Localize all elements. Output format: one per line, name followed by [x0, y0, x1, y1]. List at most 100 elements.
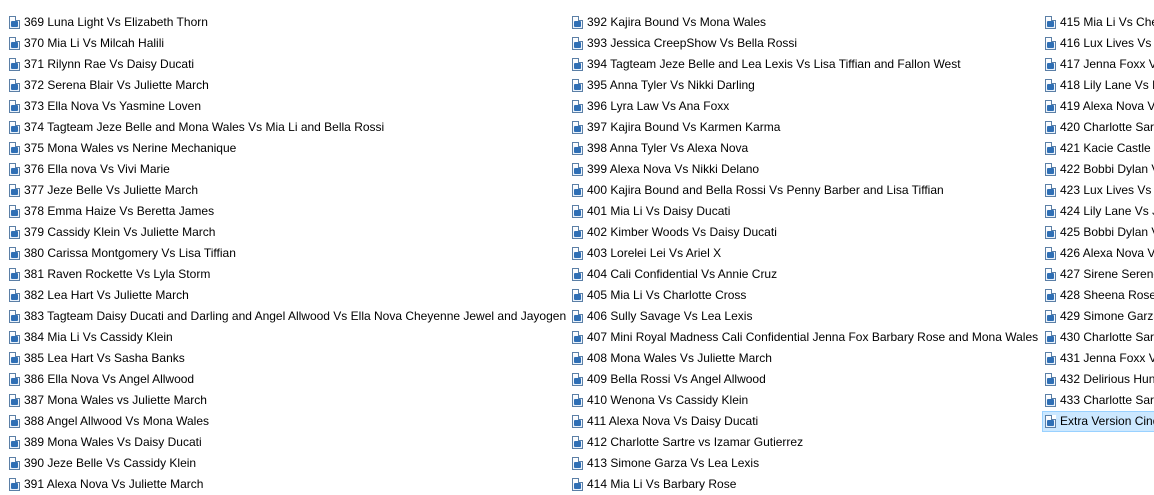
- file-item[interactable]: 426 Alexa Nova Vs: [1042, 243, 1154, 264]
- file-item[interactable]: 424 Lily Lane Vs Jo: [1042, 201, 1154, 222]
- video-file-icon: [572, 205, 583, 218]
- video-file-icon: [9, 394, 20, 407]
- file-item[interactable]: 433 Charlotte Sart: [1042, 390, 1154, 411]
- video-file-icon: [1045, 289, 1056, 302]
- file-item[interactable]: 391 Alexa Nova Vs Juliette March: [6, 474, 562, 495]
- file-item[interactable]: 417 Jenna Foxx Vs: [1042, 54, 1154, 75]
- file-name: 393 Jessica CreepShow Vs Bella Rossi: [587, 36, 798, 50]
- file-column-1: 369 Luna Light Vs Elizabeth Thorn 370 Mia…: [6, 12, 566, 495]
- file-item[interactable]: 409 Bella Rossi Vs Angel Allwood: [569, 369, 1035, 390]
- file-item[interactable]: 406 Sully Savage Vs Lea Lexis: [569, 306, 1035, 327]
- file-item[interactable]: 412 Charlotte Sartre vs Izamar Gutierrez: [569, 432, 1035, 453]
- video-file-icon: [572, 310, 583, 323]
- file-name: 412 Charlotte Sartre vs Izamar Gutierrez: [587, 435, 804, 449]
- file-item[interactable]: 413 Simone Garza Vs Lea Lexis: [569, 453, 1035, 474]
- file-item[interactable]: 418 Lily Lane Vs D: [1042, 75, 1154, 96]
- file-item[interactable]: 410 Wenona Vs Cassidy Klein: [569, 390, 1035, 411]
- file-item[interactable]: 375 Mona Wales vs Nerine Mechanique: [6, 138, 562, 159]
- file-item[interactable]: 396 Lyra Law Vs Ana Foxx: [569, 96, 1035, 117]
- file-item[interactable]: 371 Rilynn Rae Vs Daisy Ducati: [6, 54, 562, 75]
- file-item[interactable]: 407 Mini Royal Madness Cali Confidential…: [569, 327, 1038, 348]
- file-item[interactable]: 372 Serena Blair Vs Juliette March: [6, 75, 562, 96]
- file-item[interactable]: 390 Jeze Belle Vs Cassidy Klein: [6, 453, 562, 474]
- video-file-icon: [9, 310, 20, 323]
- file-item[interactable]: 394 Tagteam Jeze Belle and Lea Lexis Vs …: [569, 54, 1035, 75]
- video-file-icon: [9, 142, 20, 155]
- file-item[interactable]: 416 Lux Lives Vs A: [1042, 33, 1154, 54]
- video-file-icon: [572, 247, 583, 260]
- file-name: 430 Charlotte Sart: [1060, 330, 1154, 344]
- file-name: 414 Mia Li Vs Barbary Rose: [587, 477, 737, 491]
- file-item[interactable]: 399 Alexa Nova Vs Nikki Delano: [569, 159, 1035, 180]
- file-column-2: 392 Kajira Bound Vs Mona Wales 393 Jessic…: [569, 12, 1038, 495]
- file-item[interactable]: 377 Jeze Belle Vs Juliette March: [6, 180, 562, 201]
- file-item-selected[interactable]: Extra Version Cind: [1042, 411, 1154, 432]
- file-item[interactable]: 402 Kimber Woods Vs Daisy Ducati: [569, 222, 1035, 243]
- video-file-icon: [572, 373, 583, 386]
- file-item[interactable]: 421 Kacie Castle V: [1042, 138, 1154, 159]
- file-item[interactable]: 389 Mona Wales Vs Daisy Ducati: [6, 432, 562, 453]
- file-item[interactable]: 373 Ella Nova Vs Yasmine Loven: [6, 96, 562, 117]
- file-name: 383 Tagteam Daisy Ducati and Darling and…: [24, 309, 567, 323]
- file-item[interactable]: 408 Mona Wales Vs Juliette March: [569, 348, 1035, 369]
- file-name: 423 Lux Lives Vs M: [1060, 183, 1154, 197]
- file-name: 422 Bobbi Dylan V: [1060, 162, 1154, 176]
- file-name: 426 Alexa Nova Vs: [1060, 246, 1154, 260]
- file-name: 389 Mona Wales Vs Daisy Ducati: [24, 435, 202, 449]
- file-item[interactable]: 381 Raven Rockette Vs Lyla Storm: [6, 264, 562, 285]
- file-item[interactable]: 403 Lorelei Lei Vs Ariel X: [569, 243, 1035, 264]
- file-name: 420 Charlotte Sart: [1060, 120, 1154, 134]
- file-item[interactable]: 425 Bobbi Dylan V: [1042, 222, 1154, 243]
- file-name: 428 Sheena Rose V: [1060, 288, 1154, 302]
- video-file-icon: [9, 373, 20, 386]
- file-item[interactable]: 401 Mia Li Vs Daisy Ducati: [569, 201, 1035, 222]
- video-file-icon: [1045, 394, 1056, 407]
- file-list[interactable]: 369 Luna Light Vs Elizabeth Thorn 370 Mia…: [0, 12, 1154, 495]
- file-item[interactable]: 432 Delirious Hun: [1042, 369, 1154, 390]
- file-item[interactable]: 400 Kajira Bound and Bella Rossi Vs Penn…: [569, 180, 1035, 201]
- file-item[interactable]: 395 Anna Tyler Vs Nikki Darling: [569, 75, 1035, 96]
- file-item[interactable]: 429 Simone Garza: [1042, 306, 1154, 327]
- file-item[interactable]: 419 Alexa Nova Vs: [1042, 96, 1154, 117]
- file-name: 415 Mia Li Vs Chey: [1060, 15, 1154, 29]
- file-name: 392 Kajira Bound Vs Mona Wales: [587, 15, 766, 29]
- file-item[interactable]: 369 Luna Light Vs Elizabeth Thorn: [6, 12, 562, 33]
- file-item[interactable]: 431 Jenna Foxx Vs: [1042, 348, 1154, 369]
- file-item[interactable]: 404 Cali Confidential Vs Annie Cruz: [569, 264, 1035, 285]
- video-file-icon: [572, 121, 583, 134]
- video-file-icon: [1045, 205, 1056, 218]
- file-item[interactable]: 387 Mona Wales vs Juliette March: [6, 390, 562, 411]
- file-item[interactable]: 427 Sirene Serene: [1042, 264, 1154, 285]
- file-item[interactable]: 397 Kajira Bound Vs Karmen Karma: [569, 117, 1035, 138]
- file-item[interactable]: 383 Tagteam Daisy Ducati and Darling and…: [6, 306, 566, 327]
- file-item[interactable]: 379 Cassidy Klein Vs Juliette March: [6, 222, 562, 243]
- file-item[interactable]: 388 Angel Allwood Vs Mona Wales: [6, 411, 562, 432]
- file-item[interactable]: 393 Jessica CreepShow Vs Bella Rossi: [569, 33, 1035, 54]
- file-item[interactable]: 405 Mia Li Vs Charlotte Cross: [569, 285, 1035, 306]
- video-file-icon: [572, 16, 583, 29]
- file-item[interactable]: 374 Tagteam Jeze Belle and Mona Wales Vs…: [6, 117, 562, 138]
- file-item[interactable]: 382 Lea Hart Vs Juliette March: [6, 285, 562, 306]
- video-file-icon: [9, 457, 20, 470]
- file-item[interactable]: 415 Mia Li Vs Chey: [1042, 12, 1154, 33]
- video-file-icon: [572, 415, 583, 428]
- file-item[interactable]: 380 Carissa Montgomery Vs Lisa Tiffian: [6, 243, 562, 264]
- file-item[interactable]: 423 Lux Lives Vs M: [1042, 180, 1154, 201]
- file-item[interactable]: 420 Charlotte Sart: [1042, 117, 1154, 138]
- file-item[interactable]: 398 Anna Tyler Vs Alexa Nova: [569, 138, 1035, 159]
- file-item[interactable]: 370 Mia Li Vs Milcah Halili: [6, 33, 562, 54]
- file-item[interactable]: 430 Charlotte Sart: [1042, 327, 1154, 348]
- file-name: 388 Angel Allwood Vs Mona Wales: [24, 414, 209, 428]
- file-name: 424 Lily Lane Vs Jo: [1060, 204, 1154, 218]
- file-item[interactable]: 414 Mia Li Vs Barbary Rose: [569, 474, 1035, 495]
- file-item[interactable]: 422 Bobbi Dylan V: [1042, 159, 1154, 180]
- file-item[interactable]: 385 Lea Hart Vs Sasha Banks: [6, 348, 562, 369]
- file-item[interactable]: 376 Ella nova Vs Vivi Marie: [6, 159, 562, 180]
- file-name: 381 Raven Rockette Vs Lyla Storm: [24, 267, 211, 281]
- file-item[interactable]: 386 Ella Nova Vs Angel Allwood: [6, 369, 562, 390]
- file-item[interactable]: 378 Emma Haize Vs Beretta James: [6, 201, 562, 222]
- file-item[interactable]: 411 Alexa Nova Vs Daisy Ducati: [569, 411, 1035, 432]
- file-item[interactable]: 384 Mia Li Vs Cassidy Klein: [6, 327, 562, 348]
- file-item[interactable]: 392 Kajira Bound Vs Mona Wales: [569, 12, 1035, 33]
- file-item[interactable]: 428 Sheena Rose V: [1042, 285, 1154, 306]
